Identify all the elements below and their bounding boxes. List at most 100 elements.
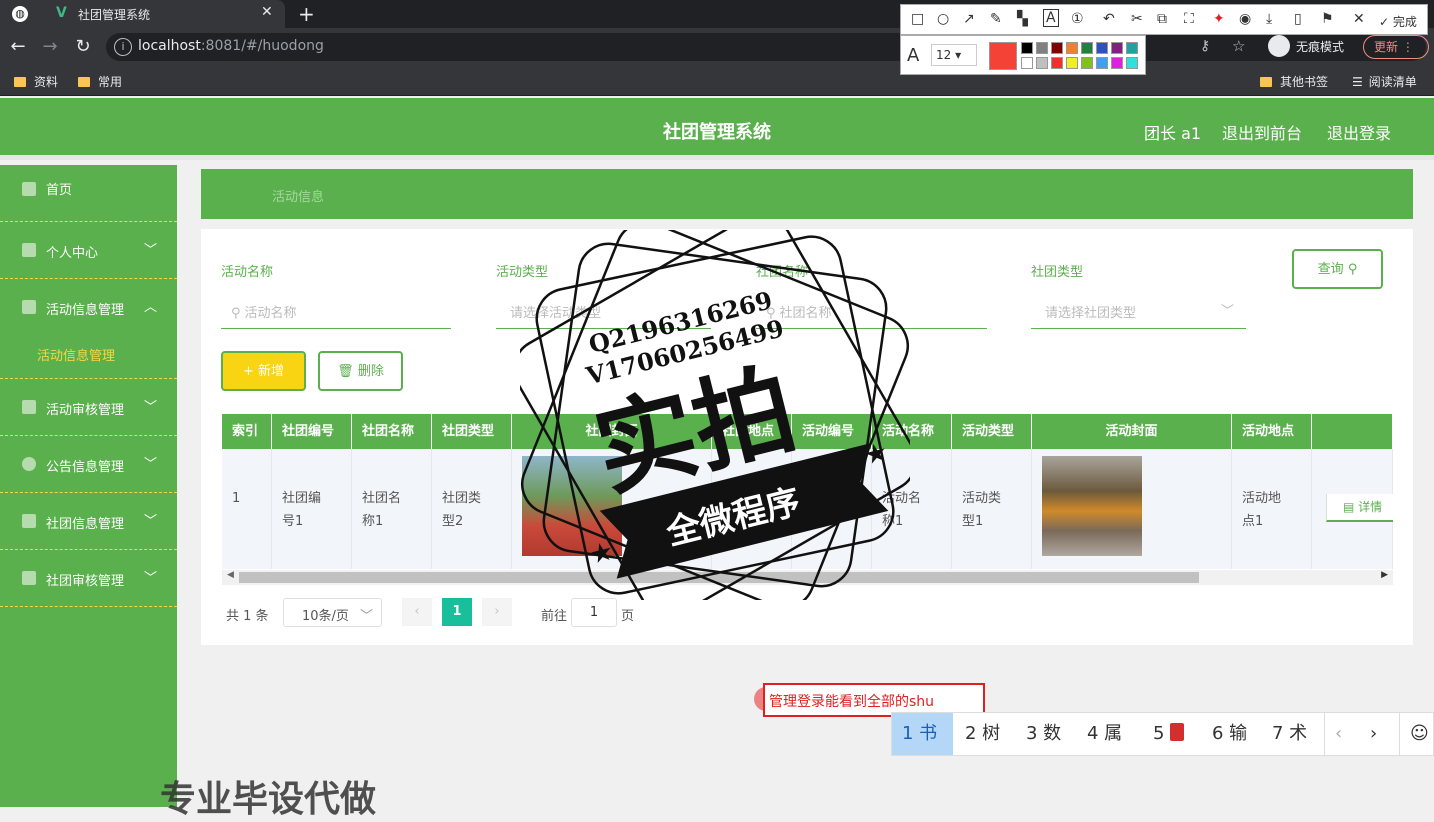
color-swatch[interactable] [1126,42,1138,54]
sidebar-subitem-activity-info[interactable]: 活动信息管理 [37,345,115,364]
goto-page-input[interactable]: 1 [571,598,617,627]
color-swatch[interactable] [1096,42,1108,54]
ime-emoji-icon[interactable]: ☺ [1399,713,1434,755]
club-type-select[interactable]: 请选择社团类型 ﹀ [1031,293,1246,329]
star-icon[interactable]: ☆ [1232,37,1245,55]
filter-label: 活动类型 [496,265,549,280]
bookmark-folder[interactable]: 常用 [78,73,122,90]
home-icon [22,182,36,196]
number-tool-icon[interactable]: ① [1071,11,1084,27]
bookmark-folder[interactable]: 资料 [14,73,58,90]
color-swatch[interactable] [1051,42,1063,54]
sidebar-item-notice[interactable]: 公告信息管理 ﹀ [0,436,177,493]
activity-name-input[interactable]: ⚲ 活动名称 [221,293,451,329]
scroll-right-icon[interactable]: ▶ [1381,570,1388,580]
sidebar-item-club-review[interactable]: 社团审核管理 ﹀ [0,550,177,607]
color-swatch[interactable] [1066,42,1078,54]
color-swatch[interactable] [1066,57,1078,69]
bookmark-tool-icon[interactable]: ⚑ [1321,11,1334,27]
color-swatch[interactable] [1036,57,1048,69]
new-tab-button[interactable]: + [298,2,315,26]
copy-icon[interactable]: ⧉ [1157,11,1167,27]
url-field[interactable]: i localhost:8081/#/huodong ⚷ ☆ 无痕模式 更新 ⋮ [106,33,1429,61]
chevron-down-icon: ﹀ [359,609,373,624]
done-button[interactable]: ✓ 完成 [1379,13,1417,30]
ime-candidate[interactable]: 1 书 [892,713,953,755]
mosaic-tool-icon[interactable]: ▚ [1017,11,1028,27]
delete-button[interactable]: 🗑 删除 [318,351,403,391]
forward-icon[interactable]: → [40,36,60,57]
update-button[interactable]: 更新 ⋮ [1363,35,1429,59]
arrow-tool-icon[interactable]: ↗ [963,11,975,27]
logout-link[interactable]: 退出登录 [1327,120,1391,144]
color-swatch[interactable] [1111,57,1123,69]
color-swatch[interactable] [1036,42,1048,54]
club-review-icon [22,571,36,585]
page-size-select[interactable]: 10条/页 ﹀ [283,598,382,627]
text-tool-icon[interactable]: A [1043,9,1059,27]
record-icon[interactable]: ◉ [1239,11,1251,27]
club-name-input[interactable]: ⚲ 社团名称 [756,293,987,329]
font-size-select[interactable]: 12 ▾ [931,44,977,66]
club-cover-image [522,456,622,556]
incognito-badge[interactable]: 无痕模式 [1268,35,1344,57]
ime-candidate[interactable]: 6 输 [1202,713,1257,755]
undo-icon[interactable]: ↶ [1103,11,1115,27]
ime-next-icon[interactable]: › [1360,713,1387,755]
back-icon[interactable]: ← [8,36,28,57]
sidebar-item-club-info[interactable]: 社团信息管理 ﹀ [0,493,177,550]
color-swatch[interactable] [1021,57,1033,69]
color-swatch[interactable] [1021,42,1033,54]
phone-icon[interactable]: ▯ [1294,11,1302,27]
activity-type-select[interactable]: 请选择活动类型 [496,293,711,329]
folder-icon [14,77,26,87]
prev-page-button[interactable]: ‹ [402,598,432,626]
ime-candidate[interactable]: 5 [1143,713,1194,755]
tab-close-icon[interactable]: ✕ [261,4,273,20]
ime-candidate[interactable]: 2 树 [955,713,1010,755]
reading-list[interactable]: ☰ 阅读清单 [1352,73,1417,90]
add-button[interactable]: + 新增 [221,351,306,391]
color-swatch[interactable] [1126,57,1138,69]
browser-tab[interactable]: ◍ V 社团管理系统 ✕ [0,0,285,28]
scrollbar-thumb[interactable] [239,572,1199,583]
table-cell: 社团编号1 [272,449,352,569]
sidebar-item-home[interactable]: 首页 [0,165,177,222]
info-icon[interactable]: i [114,38,132,56]
ime-candidate[interactable]: 7 术 [1262,713,1317,755]
color-swatch[interactable] [1051,57,1063,69]
page-number-active[interactable]: 1 [442,598,472,626]
back-to-front-link[interactable]: 退出到前台 [1222,120,1302,144]
scroll-left-icon[interactable]: ◀ [227,570,234,580]
query-button[interactable]: 查询 ⚲ [1292,249,1383,289]
table-scrollbar[interactable]: ◀ ▶ [222,570,1393,585]
sidebar-item-activity-management[interactable]: 活动信息管理 ︿ 活动信息管理 [0,279,177,379]
pin-icon[interactable]: ✦ [1213,11,1225,27]
detail-button[interactable]: ▤ 详情 [1326,494,1393,522]
color-swatch[interactable] [1081,57,1093,69]
ime-candidate[interactable]: 4 属 [1077,713,1132,755]
bottom-watermark-text: 专业毕设代做 [160,779,377,820]
search-icon: ⚲ [766,306,776,321]
pen-tool-icon[interactable]: ✎ [990,11,1002,27]
color-swatch[interactable] [1081,42,1093,54]
cancel-icon[interactable]: ✕ [1353,11,1365,27]
ime-candidate[interactable]: 3 数 [1016,713,1071,755]
ellipse-tool-icon[interactable]: ○ [937,11,949,27]
chevron-down-icon: ﹀ [144,243,158,258]
color-swatch[interactable] [1096,57,1108,69]
color-swatch[interactable] [1111,42,1123,54]
key-icon[interactable]: ⚷ [1200,38,1210,54]
download-icon[interactable]: ⤓ [1266,11,1272,27]
other-bookmarks[interactable]: 其他书签 [1260,73,1328,90]
next-page-button[interactable]: › [482,598,512,626]
rectangle-tool-icon[interactable]: □ [911,11,924,27]
current-color-swatch[interactable] [989,42,1017,70]
ocr-icon[interactable]: ⛶ [1184,11,1194,27]
sidebar-item-activity-review[interactable]: 活动审核管理 ﹀ [0,379,177,436]
ime-prev-icon[interactable]: ‹ [1324,713,1352,755]
reload-icon[interactable]: ↻ [73,36,93,57]
table-cell [712,449,792,569]
crop-icon[interactable]: ✂ [1131,11,1143,27]
sidebar-item-profile[interactable]: 个人中心 ﹀ [0,222,177,279]
